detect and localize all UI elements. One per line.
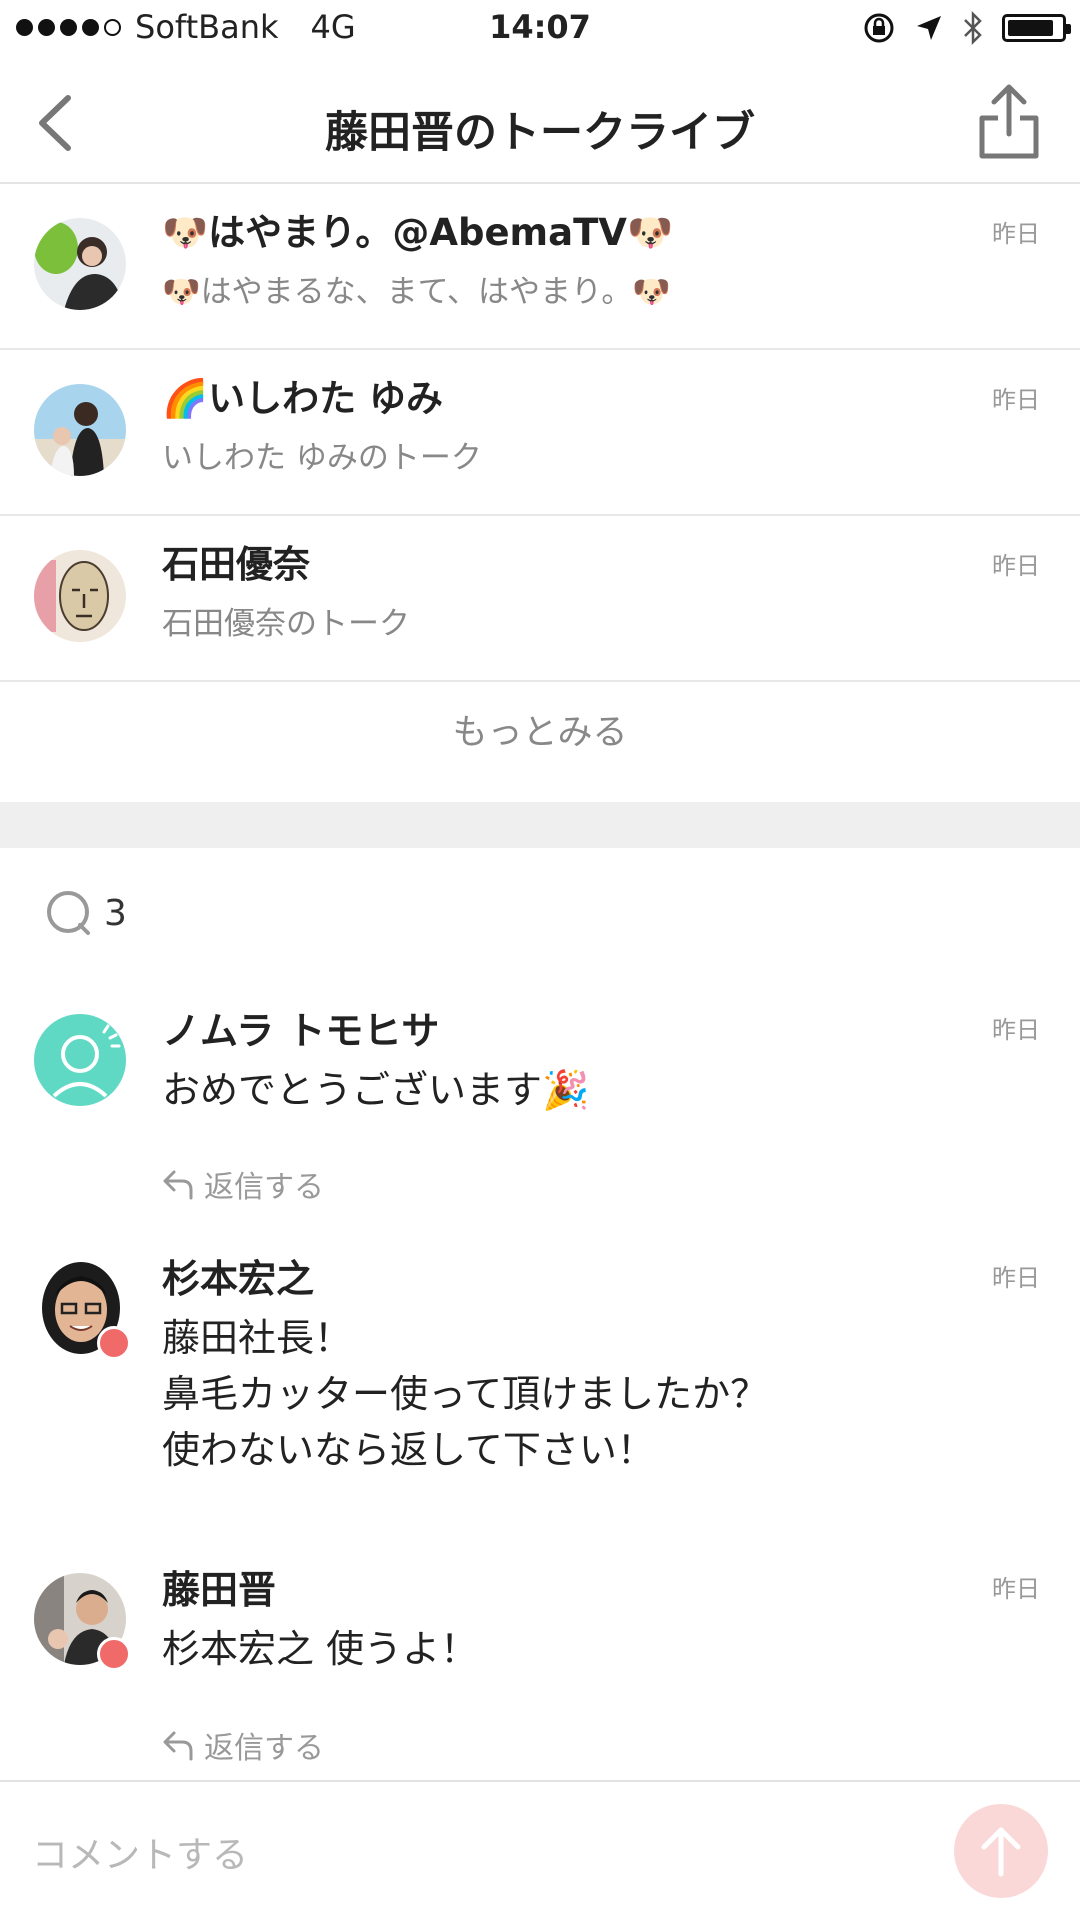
avatar — [34, 384, 126, 476]
comment-author: 藤田晋 — [162, 1568, 277, 1612]
reply-button[interactable]: 返信する — [160, 1723, 324, 1767]
comment-count-value: 3 — [104, 892, 127, 934]
reply-arrow-icon — [163, 1731, 193, 1761]
comment-date: 昨日 — [992, 1016, 1040, 1044]
nav-bar: 藤田晋のトークライブ — [0, 60, 1080, 184]
bluetooth-icon — [964, 10, 982, 46]
talk-name: 🌈いしわた ゆみ — [162, 377, 443, 420]
avatar — [34, 218, 126, 310]
verified-badge-icon — [97, 1637, 131, 1671]
rotation-lock-icon — [864, 13, 894, 43]
comment-author: ノムラ トモヒサ — [162, 1009, 440, 1053]
reply-button[interactable]: 返信する — [160, 1162, 324, 1206]
talk-date: 昨日 — [992, 220, 1040, 248]
reply-arrow-icon — [163, 1170, 193, 1200]
status-bar: SoftBank 4G 14:07 — [0, 0, 1080, 58]
comment-count: 3 — [44, 888, 127, 938]
talk-name: 🐶はやまり。@AbemaTV🐶 — [162, 211, 674, 254]
talk-list-item[interactable]: 🌈いしわた ゆみ いしわた ゆみのトーク 昨日 — [0, 348, 1080, 516]
location-icon — [917, 16, 941, 40]
comment-text: 藤田社長！ 鼻毛カッター使って頂けましたか？ 使わないなら返して下さい！ — [162, 1316, 769, 1472]
talk-name: 石田優奈 — [162, 543, 310, 586]
comment-bubble-icon — [47, 891, 90, 935]
page-title: 藤田晋のトークライブ — [325, 108, 755, 158]
see-more-button[interactable]: もっとみる — [0, 664, 1080, 802]
talk-date: 昨日 — [992, 386, 1040, 414]
talk-list-item[interactable]: 🐶はやまり。@AbemaTV🐶 🐶はやまるな、まて、はやまり。🐶 昨日 — [0, 182, 1080, 350]
section-divider — [0, 802, 1080, 848]
comment-date: 昨日 — [992, 1264, 1040, 1292]
reply-label: 返信する — [204, 1170, 324, 1205]
talk-list-item[interactable]: 石田優奈 石田優奈のトーク 昨日 — [0, 514, 1080, 682]
battery-icon — [1002, 14, 1071, 42]
comment-text: 杉本宏之 使うよ！ — [162, 1627, 479, 1671]
talk-date: 昨日 — [992, 552, 1040, 580]
talk-subtitle: 🐶はやまるな、まて、はやまり。🐶 — [162, 274, 672, 310]
comment-composer: コメントする — [0, 1780, 1080, 1922]
share-icon[interactable] — [976, 82, 1042, 162]
comment-author: 杉本宏之 — [162, 1257, 315, 1301]
verified-badge-icon — [97, 1326, 131, 1360]
comment-text: おめでとうございます🎉 — [162, 1068, 590, 1112]
arrow-up-icon — [981, 1827, 1021, 1877]
reply-label: 返信する — [204, 1731, 324, 1766]
talk-subtitle: 石田優奈のトーク — [162, 606, 410, 642]
talk-subtitle: いしわた ゆみのトーク — [162, 440, 482, 476]
comment-date: 昨日 — [992, 1575, 1040, 1603]
send-button[interactable] — [954, 1804, 1048, 1898]
comment-input[interactable]: コメントする — [32, 1826, 248, 1878]
avatar — [34, 550, 126, 642]
avatar[interactable] — [34, 1014, 126, 1106]
